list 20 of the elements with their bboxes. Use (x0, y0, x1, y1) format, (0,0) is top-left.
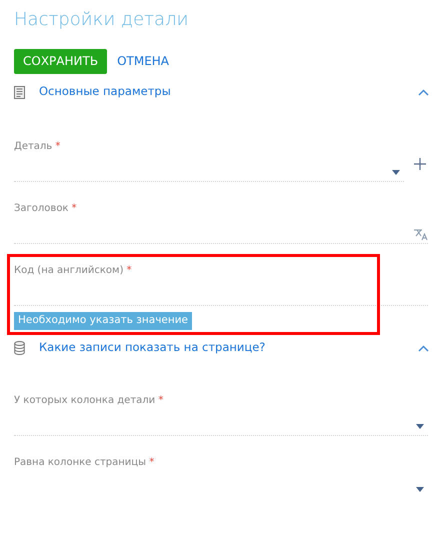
section-title[interactable]: Основные параметры (39, 83, 418, 101)
translate-icon[interactable] (413, 228, 428, 241)
database-icon (14, 341, 25, 355)
collapse-chevron-icon[interactable] (418, 344, 429, 352)
add-icon[interactable] (414, 158, 426, 170)
cancel-button[interactable]: ОТМЕНА (107, 49, 180, 74)
dropdown-caret-icon[interactable] (416, 424, 424, 429)
document-icon (14, 86, 25, 98)
field-label: Деталь * (14, 140, 62, 154)
page-title: Настройки детали (14, 8, 190, 32)
dropdown-caret-icon[interactable] (416, 487, 424, 492)
dropdown-caret-icon[interactable] (392, 170, 400, 175)
field-label: У которых колонка детали * (14, 394, 164, 408)
field-label: Заголовок * (14, 202, 78, 216)
section-title[interactable]: Какие записи показать на странице? (39, 339, 418, 357)
validation-message: Необходимо указать значение (14, 312, 192, 330)
field-label: Код (на английском) * (14, 264, 133, 278)
collapse-chevron-icon[interactable] (418, 88, 429, 96)
save-button[interactable]: СОХРАНИТЬ (14, 49, 108, 74)
field-label: Равна колонке страницы * (14, 456, 156, 470)
